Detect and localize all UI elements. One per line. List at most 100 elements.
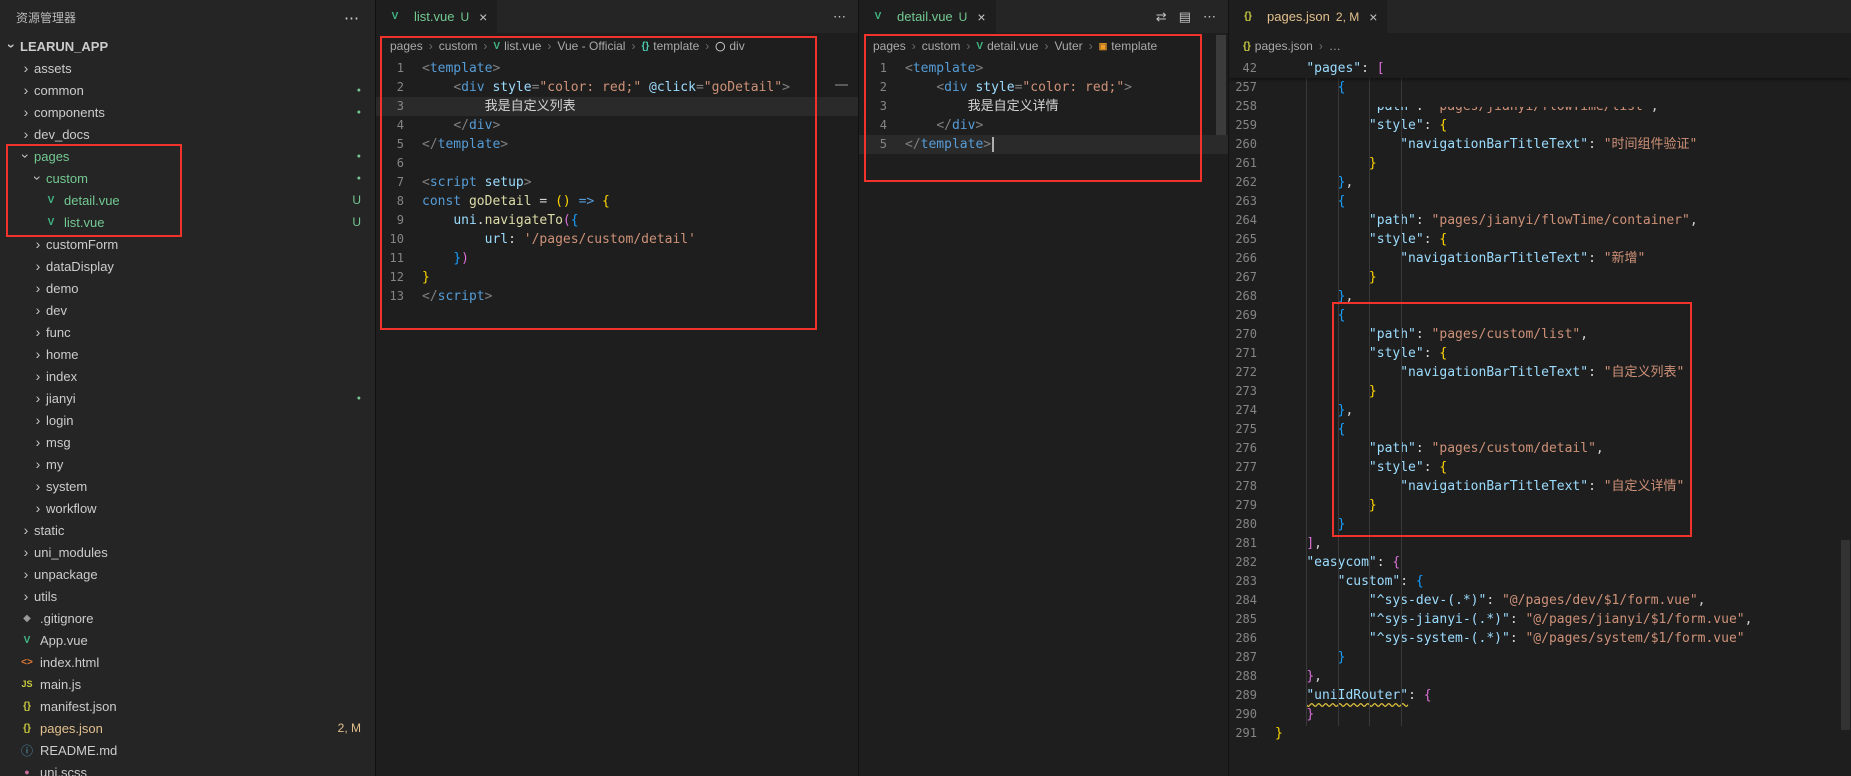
tree-folder-customForm[interactable]: ›customForm xyxy=(0,233,375,255)
code-line-262[interactable]: 262 }, xyxy=(1229,173,1851,192)
code-line-290[interactable]: 290 } xyxy=(1229,705,1851,724)
code-line-263[interactable]: 263 { xyxy=(1229,192,1851,211)
more-icon[interactable]: ⋯ xyxy=(833,9,846,25)
tree-file-index.html[interactable]: <>index.html xyxy=(0,651,375,673)
code-line-283[interactable]: 283 "custom": { xyxy=(1229,572,1851,591)
scrollbar-thumb[interactable] xyxy=(1841,540,1850,730)
tree-file-list.vue[interactable]: Vlist.vueU xyxy=(0,211,375,233)
code-line-9[interactable]: 9 uni.navigateTo({ xyxy=(376,211,858,230)
code-line-10[interactable]: 10 url: '/pages/custom/detail' xyxy=(376,230,858,249)
code-line-3[interactable]: 3 我是自定义详情 xyxy=(859,97,1228,116)
tree-file-uni.scss[interactable]: ●uni.scss xyxy=(0,761,375,776)
code-line-280[interactable]: 280 } xyxy=(1229,515,1851,534)
tree-folder-assets[interactable]: ›assets xyxy=(0,57,375,79)
tree-folder-home[interactable]: ›home xyxy=(0,343,375,365)
breadcrumb-item[interactable]: Vue - Official xyxy=(557,39,625,53)
tree-folder-workflow[interactable]: ›workflow xyxy=(0,497,375,519)
breadcrumb-item[interactable]: Vdetail.vue xyxy=(976,39,1038,53)
tree-folder-jianyi[interactable]: ›jianyi● xyxy=(0,387,375,409)
code-line-272[interactable]: 272 "navigationBarTitleText": "自定义列表" xyxy=(1229,363,1851,382)
code-line-257[interactable]: 257 { xyxy=(1229,78,1851,97)
code-line-289[interactable]: 289 "uniIdRouter": { xyxy=(1229,686,1851,705)
tree-folder-dev[interactable]: ›dev xyxy=(0,299,375,321)
code-line-5[interactable]: 5</template> xyxy=(376,135,858,154)
code-line-3[interactable]: 3 我是自定义列表 xyxy=(376,97,858,116)
code-line-7[interactable]: 7<script setup> xyxy=(376,173,858,192)
close-icon[interactable]: × xyxy=(1369,9,1377,25)
tree-file-main.js[interactable]: JSmain.js xyxy=(0,673,375,695)
tree-folder-func[interactable]: ›func xyxy=(0,321,375,343)
scrollbar-thumb[interactable] xyxy=(1216,35,1226,135)
tree-folder-dev_docs[interactable]: ›dev_docs xyxy=(0,123,375,145)
code-line-11[interactable]: 11 }) xyxy=(376,249,858,268)
code-line-288[interactable]: 288 }, xyxy=(1229,667,1851,686)
breadcrumb-item[interactable]: ◯div xyxy=(715,39,744,53)
breadcrumb-item[interactable]: {}template xyxy=(641,39,699,53)
code-line-12[interactable]: 12} xyxy=(376,268,858,287)
tree-folder-login[interactable]: ›login xyxy=(0,409,375,431)
tree-file-App.vue[interactable]: VApp.vue xyxy=(0,629,375,651)
tree-folder-common[interactable]: ›common● xyxy=(0,79,375,101)
code-line-274[interactable]: 274 }, xyxy=(1229,401,1851,420)
code-line-265[interactable]: 265 "style": { xyxy=(1229,230,1851,249)
code-line-2[interactable]: 2 <div style="color: red;"> xyxy=(859,78,1228,97)
tree-folder-static[interactable]: ›static xyxy=(0,519,375,541)
code-line-270[interactable]: 270 "path": "pages/custom/list", xyxy=(1229,325,1851,344)
code-line-261[interactable]: 261 } xyxy=(1229,154,1851,173)
tree-folder-pages[interactable]: ›pages● xyxy=(0,145,375,167)
tab-list-vue[interactable]: V list.vue U × xyxy=(376,0,498,33)
open-changes-icon[interactable]: ⇄ xyxy=(1156,9,1167,25)
tree-folder-msg[interactable]: ›msg xyxy=(0,431,375,453)
tree-file-detail.vue[interactable]: Vdetail.vueU xyxy=(0,189,375,211)
code-line-4[interactable]: 4 </div> xyxy=(376,116,858,135)
more-icon[interactable]: ⋯ xyxy=(1203,9,1216,25)
code-line-2[interactable]: 2 <div style="color: red;" @click="goDet… xyxy=(376,78,858,97)
code-line-287[interactable]: 287 } xyxy=(1229,648,1851,667)
code-line-268[interactable]: 268 }, xyxy=(1229,287,1851,306)
code-line-284[interactable]: 284 "^sys-dev-(.*)": "@/pages/dev/$1/for… xyxy=(1229,591,1851,610)
tree-folder-system[interactable]: ›system xyxy=(0,475,375,497)
close-icon[interactable]: × xyxy=(977,9,985,25)
tree-file-.gitignore[interactable]: ◆.gitignore xyxy=(0,607,375,629)
code-line-1[interactable]: 1<template> xyxy=(376,59,858,78)
more-actions-icon[interactable]: ⋯ xyxy=(344,9,359,27)
breadcrumb-item[interactable]: Vlist.vue xyxy=(493,39,541,53)
tab-pages-json[interactable]: {} pages.json 2, M × xyxy=(1229,0,1388,33)
tree-file-manifest.json[interactable]: {}manifest.json xyxy=(0,695,375,717)
tree-folder-demo[interactable]: ›demo xyxy=(0,277,375,299)
tree-file-README.md[interactable]: ⓘREADME.md xyxy=(0,739,375,761)
breadcrumb-item[interactable]: custom xyxy=(922,39,961,53)
breadcrumb-item[interactable]: Vuter xyxy=(1054,39,1082,53)
code-line-6[interactable]: 6 xyxy=(376,154,858,173)
code-line-260[interactable]: 260 "navigationBarTitleText": "时间组件验证" xyxy=(1229,135,1851,154)
code-line-273[interactable]: 273 } xyxy=(1229,382,1851,401)
code-line-258[interactable]: 258 "path": "pages/jianyi/flowTime/list"… xyxy=(1229,97,1851,116)
code-line-266[interactable]: 266 "navigationBarTitleText": "新增" xyxy=(1229,249,1851,268)
tree-folder-utils[interactable]: ›utils xyxy=(0,585,375,607)
breadcrumb-item[interactable]: … xyxy=(1329,39,1341,53)
code-line-276[interactable]: 276 "path": "pages/custom/detail", xyxy=(1229,439,1851,458)
tree-folder-custom[interactable]: ›custom● xyxy=(0,167,375,189)
tree-root-learun-app[interactable]: › LEARUN_APP xyxy=(0,35,375,57)
tree-folder-dataDisplay[interactable]: ›dataDisplay xyxy=(0,255,375,277)
breadcrumb-item[interactable]: pages xyxy=(873,39,906,53)
code-line-42[interactable]: 42 "pages": [ xyxy=(1229,59,1851,78)
code-line-279[interactable]: 279 } xyxy=(1229,496,1851,515)
code-line-291[interactable]: 291} xyxy=(1229,724,1851,743)
code-line-277[interactable]: 277 "style": { xyxy=(1229,458,1851,477)
tree-folder-uni_modules[interactable]: ›uni_modules xyxy=(0,541,375,563)
tree-folder-unpackage[interactable]: ›unpackage xyxy=(0,563,375,585)
code-line-282[interactable]: 282 "easycom": { xyxy=(1229,553,1851,572)
code-line-281[interactable]: 281 ], xyxy=(1229,534,1851,553)
code-line-285[interactable]: 285 "^sys-jianyi-(.*)": "@/pages/jianyi/… xyxy=(1229,610,1851,629)
code-line-13[interactable]: 13</script> xyxy=(376,287,858,306)
code-line-267[interactable]: 267 } xyxy=(1229,268,1851,287)
code-line-278[interactable]: 278 "navigationBarTitleText": "自定义详情" xyxy=(1229,477,1851,496)
code-line-269[interactable]: 269 { xyxy=(1229,306,1851,325)
code-line-271[interactable]: 271 "style": { xyxy=(1229,344,1851,363)
code-line-5[interactable]: 5</template> xyxy=(859,135,1228,154)
breadcrumb-item[interactable]: pages xyxy=(390,39,423,53)
code-line-264[interactable]: 264 "path": "pages/jianyi/flowTime/conta… xyxy=(1229,211,1851,230)
code-line-275[interactable]: 275 { xyxy=(1229,420,1851,439)
split-editor-icon[interactable]: ▤ xyxy=(1179,9,1191,25)
